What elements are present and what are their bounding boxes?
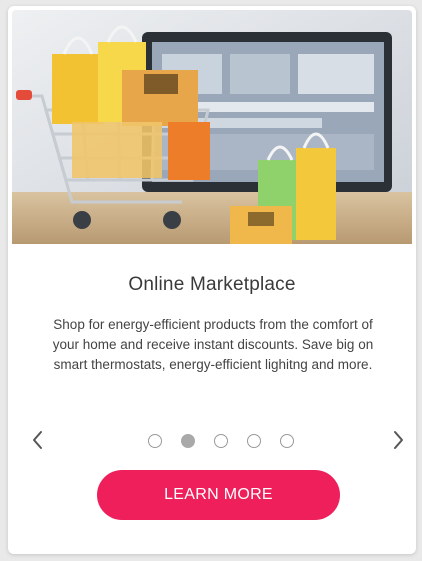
card-title: Online Marketplace — [128, 274, 296, 295]
hero-image — [12, 10, 412, 244]
carousel-dot[interactable] — [214, 434, 228, 448]
carousel-dot[interactable] — [148, 434, 162, 448]
card-description: Shop for energy-efficient products from … — [52, 317, 374, 372]
marketplace-card: Online Marketplace Shop for energy-effic… — [8, 6, 416, 554]
carousel-prev-button[interactable] — [26, 428, 50, 452]
carousel-dot[interactable] — [280, 434, 294, 448]
carousel-dot-active[interactable] — [181, 434, 195, 448]
carousel-dot[interactable] — [247, 434, 261, 448]
carousel-next-button[interactable] — [386, 428, 410, 452]
shopping-cart-illustration — [12, 10, 412, 244]
chevron-left-icon — [33, 431, 42, 449]
chevron-right-icon — [394, 431, 403, 449]
carousel-indicators — [148, 433, 294, 449]
learn-more-button[interactable]: LEARN MORE — [97, 470, 340, 520]
